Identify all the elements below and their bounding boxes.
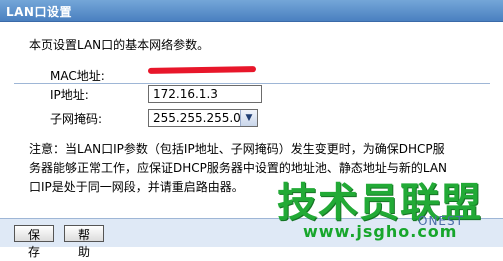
chevron-down-icon[interactable]: ▼ — [240, 110, 257, 126]
subnet-mask-value: 255.255.255.0 — [153, 111, 241, 125]
window-title: LAN口设置 — [6, 5, 72, 19]
ip-address-input[interactable] — [148, 85, 262, 103]
mac-label: MAC地址: — [50, 69, 105, 83]
title-bar: LAN口设置 — [0, 0, 503, 22]
help-button[interactable]: 帮 助 — [64, 225, 104, 259]
save-button[interactable]: 保 存 — [14, 225, 54, 259]
page-description: 本页设置LAN口的基本网络参数。 — [29, 38, 210, 52]
subnet-mask-select[interactable]: 255.255.255.0 ▼ — [148, 109, 258, 127]
watermark-brand: ONEST — [418, 214, 464, 228]
mac-value-redacted — [147, 66, 257, 74]
subnet-mask-label: 子网掩码: — [50, 112, 103, 126]
ip-label: IP地址: — [50, 88, 89, 102]
